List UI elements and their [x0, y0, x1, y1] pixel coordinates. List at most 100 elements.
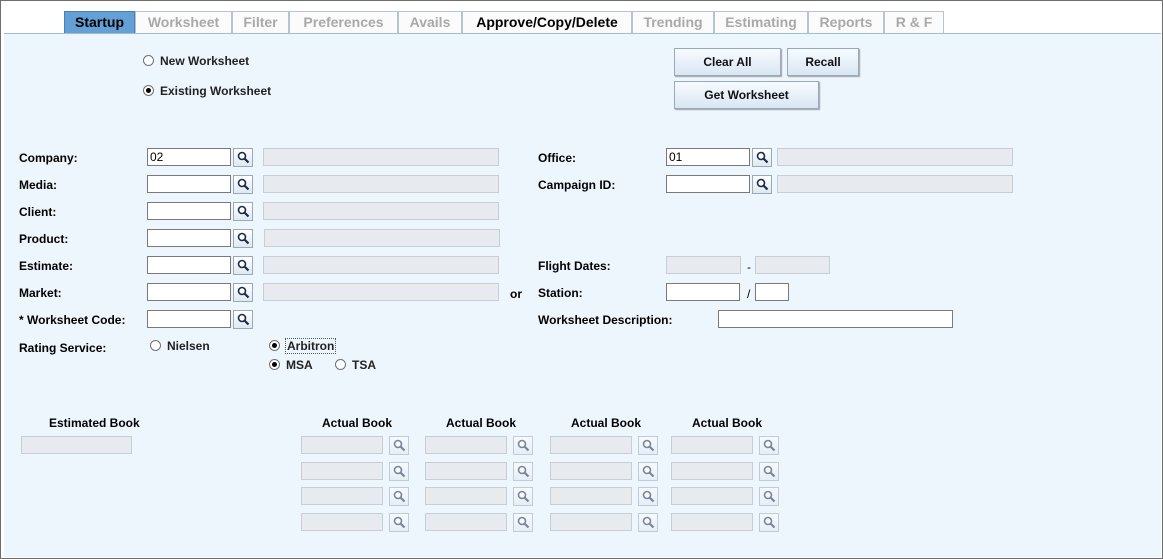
actual-book-field[interactable]	[425, 512, 507, 531]
product-lookup-button[interactable]	[233, 229, 253, 248]
actual-book-lookup-button[interactable]	[389, 512, 409, 532]
worksheet-code-field[interactable]	[147, 310, 231, 328]
campaign-id-field[interactable]	[666, 175, 750, 193]
actual-book-lookup-button[interactable]	[759, 436, 779, 455]
actual-book-field[interactable]	[671, 436, 753, 454]
actual-book-field[interactable]	[550, 512, 632, 531]
actual-book-field[interactable]	[671, 487, 753, 505]
worksheet-description-field[interactable]	[718, 310, 953, 328]
product-field[interactable]	[147, 229, 231, 247]
startup-panel: New Worksheet Existing Worksheet Clear A…	[4, 33, 1161, 557]
magnifier-icon	[237, 178, 250, 191]
estimate-field[interactable]	[147, 256, 231, 274]
magnifier-icon	[237, 259, 250, 272]
company-field[interactable]	[147, 148, 231, 166]
client-field[interactable]	[147, 202, 231, 220]
actual-book-lookup-button[interactable]	[759, 487, 779, 506]
tab-filter[interactable]: Filter	[232, 11, 289, 33]
tsa-label[interactable]: TSA	[352, 358, 376, 372]
nielsen-label[interactable]: Nielsen	[167, 339, 210, 353]
flight-end-field[interactable]	[755, 256, 830, 274]
tab-worksheet[interactable]: Worksheet	[135, 11, 232, 33]
tab-startup[interactable]: Startup	[64, 11, 135, 33]
actual-book-field[interactable]	[550, 461, 632, 480]
actual-book-header: Actual Book	[571, 416, 642, 430]
magnifier-icon	[393, 465, 406, 477]
tab-reports[interactable]: Reports	[808, 11, 884, 33]
market-lookup-button[interactable]	[233, 283, 253, 302]
actual-book-field[interactable]	[425, 461, 507, 480]
actual-book-field[interactable]	[671, 461, 753, 480]
product-description	[264, 229, 500, 247]
tab-estimating[interactable]: Estimating	[714, 11, 808, 33]
worksheet-code-lookup-button[interactable]	[233, 310, 253, 329]
station-band-field[interactable]	[755, 283, 789, 301]
tab-preferences[interactable]: Preferences	[289, 11, 398, 33]
client-description	[263, 202, 499, 220]
company-lookup-button[interactable]	[233, 148, 253, 167]
actual-book-lookup-button[interactable]	[759, 512, 779, 532]
actual-book-field[interactable]	[550, 436, 632, 454]
existing-worksheet-radio[interactable]	[143, 85, 154, 96]
actual-book-lookup-button[interactable]	[759, 461, 779, 481]
station-field[interactable]	[666, 283, 740, 301]
actual-book-lookup-button[interactable]	[638, 461, 658, 481]
office-lookup-button[interactable]	[752, 148, 772, 167]
actual-book-field[interactable]	[550, 487, 632, 505]
actual-book-field[interactable]	[301, 512, 383, 531]
clear-all-button[interactable]: Clear All	[674, 48, 781, 76]
recall-button[interactable]: Recall	[787, 48, 859, 76]
media-lookup-button[interactable]	[233, 175, 253, 194]
client-lookup-button[interactable]	[233, 202, 253, 221]
actual-book-lookup-button[interactable]	[389, 461, 409, 481]
tab-approve-copy-delete[interactable]: Approve/Copy/Delete	[462, 11, 632, 33]
existing-worksheet-label[interactable]: Existing Worksheet	[160, 84, 271, 98]
estimate-lookup-button[interactable]	[233, 256, 253, 275]
actual-book-lookup-button[interactable]	[389, 436, 409, 455]
actual-book-field[interactable]	[425, 487, 507, 505]
tsa-radio[interactable]	[335, 359, 346, 370]
actual-book-lookup-button[interactable]	[513, 512, 533, 532]
actual-book-field[interactable]	[301, 487, 383, 505]
campaign-id-lookup-button[interactable]	[752, 175, 772, 194]
actual-book-lookup-button[interactable]	[638, 512, 658, 532]
new-worksheet-radio[interactable]	[143, 55, 154, 66]
office-label: Office:	[538, 151, 577, 165]
nielsen-radio[interactable]	[150, 340, 161, 351]
media-label: Media:	[19, 178, 58, 192]
worksheet-description-label: Worksheet Description:	[538, 313, 673, 327]
actual-book-lookup-button[interactable]	[638, 436, 658, 455]
actual-book-header: Actual Book	[446, 416, 517, 430]
msa-label[interactable]: MSA	[286, 358, 313, 372]
media-field[interactable]	[147, 175, 231, 193]
actual-book-field[interactable]	[671, 512, 753, 531]
magnifier-icon	[237, 151, 250, 164]
worksheet-code-label: * Worksheet Code:	[19, 313, 126, 327]
actual-book-lookup-button[interactable]	[513, 461, 533, 481]
get-worksheet-button[interactable]: Get Worksheet	[674, 81, 819, 109]
actual-book-field[interactable]	[301, 436, 383, 454]
estimated-book-field[interactable]	[21, 436, 132, 454]
or-label: or	[510, 287, 522, 301]
arbitron-radio[interactable]	[269, 340, 280, 351]
actual-book-lookup-button[interactable]	[513, 487, 533, 506]
magnifier-icon	[756, 178, 769, 191]
tab-r-and-f[interactable]: R & F	[884, 11, 944, 33]
company-label: Company:	[19, 151, 78, 165]
client-label: Client:	[19, 205, 57, 219]
new-worksheet-label[interactable]: New Worksheet	[160, 54, 249, 68]
office-field[interactable]	[666, 148, 750, 166]
actual-book-lookup-button[interactable]	[638, 487, 658, 506]
actual-book-field[interactable]	[425, 436, 507, 454]
tab-avails[interactable]: Avails	[398, 11, 462, 33]
market-field[interactable]	[147, 283, 231, 301]
arbitron-label[interactable]: Arbitron	[285, 338, 337, 354]
magnifier-icon	[642, 465, 655, 477]
tab-trending[interactable]: Trending	[632, 11, 714, 33]
actual-book-lookup-button[interactable]	[389, 487, 409, 506]
actual-book-field[interactable]	[301, 461, 383, 480]
magnifier-icon	[237, 313, 250, 326]
flight-start-field[interactable]	[666, 256, 741, 274]
msa-radio[interactable]	[269, 359, 280, 370]
actual-book-lookup-button[interactable]	[513, 436, 533, 455]
